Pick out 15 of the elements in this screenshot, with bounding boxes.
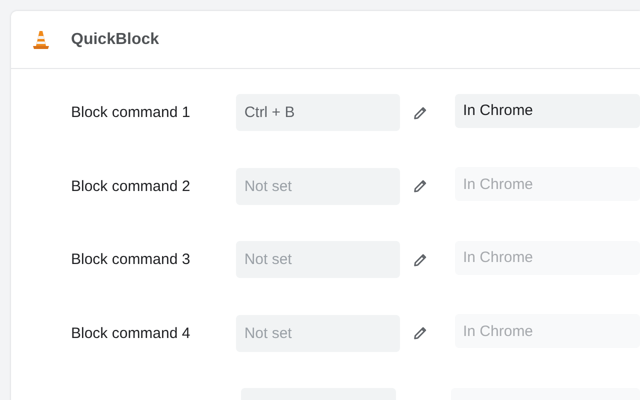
edit-icon[interactable] <box>413 178 428 194</box>
command-label: Block command 4 <box>71 324 192 342</box>
scope-dropdown[interactable]: In Chrome <box>455 94 640 128</box>
shortcut-field[interactable]: Ctrl + B <box>236 94 400 132</box>
extension-title: QuickBlock <box>71 30 160 48</box>
edit-icon[interactable] <box>413 252 428 268</box>
edit-icon[interactable] <box>413 104 428 121</box>
shortcut-field[interactable]: Not set <box>236 168 400 205</box>
command-label: Block command 1 <box>71 104 192 122</box>
command-label: Block command 2 <box>71 178 192 195</box>
traffic-cone-icon <box>32 30 50 50</box>
shortcut-field[interactable]: Not set <box>236 241 400 278</box>
command-label: Block command 3 <box>71 251 192 268</box>
edit-icon[interactable] <box>413 325 428 342</box>
shortcut-field[interactable]: Not set <box>236 314 400 352</box>
